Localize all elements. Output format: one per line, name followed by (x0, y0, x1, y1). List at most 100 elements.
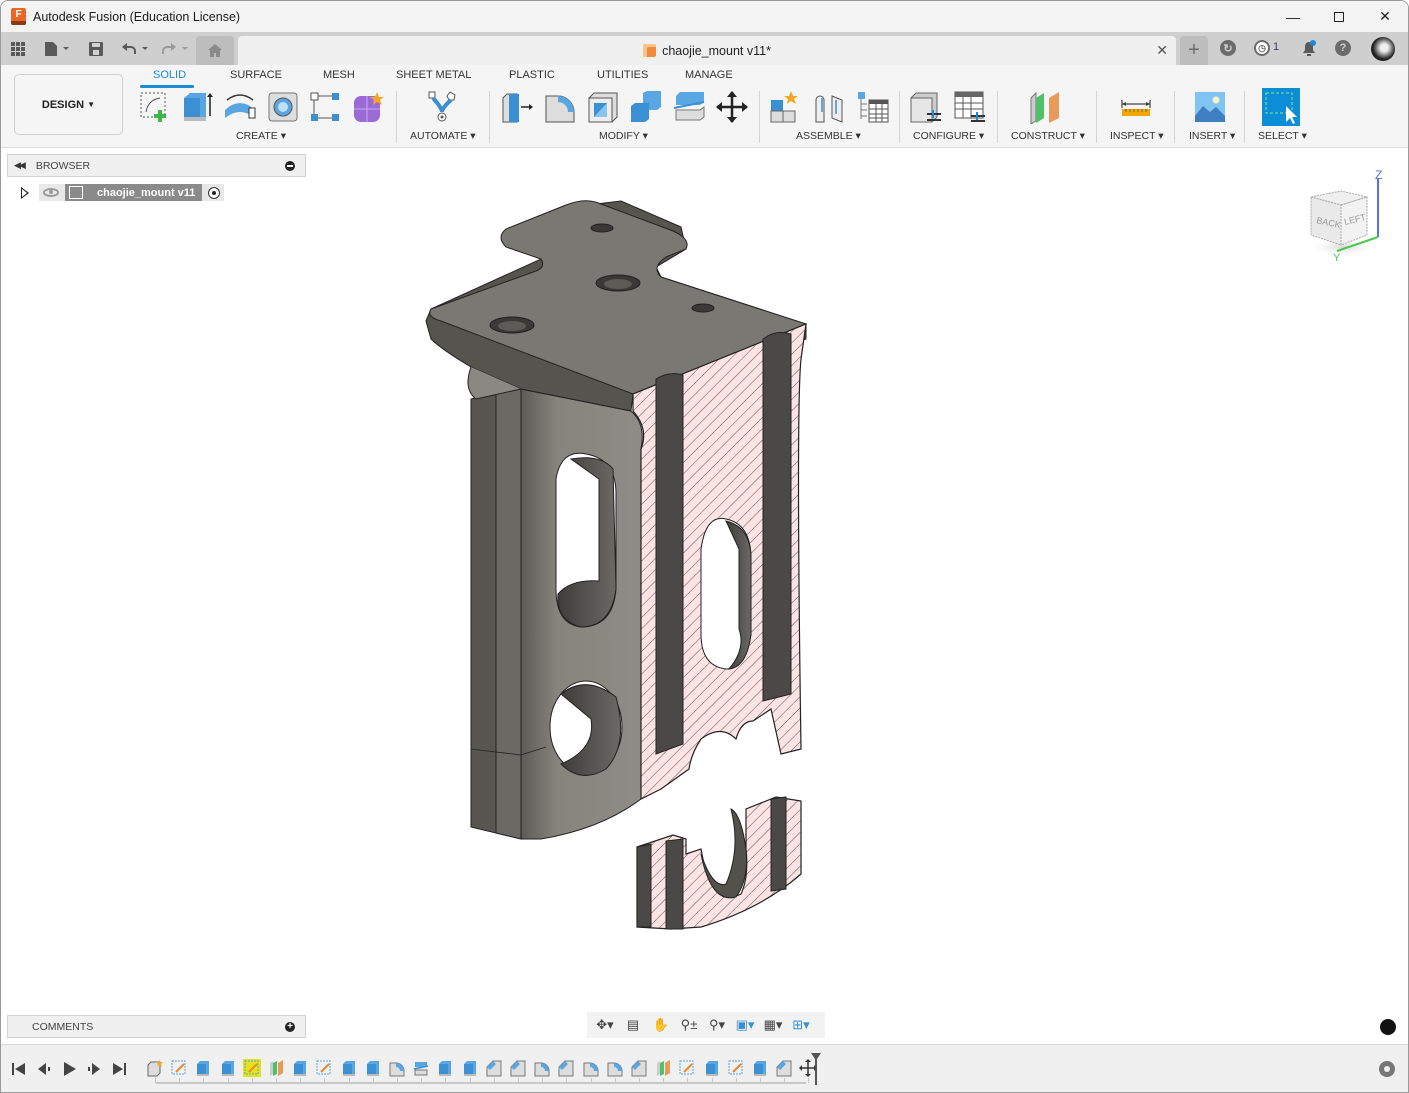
timeline-feature-chamfer[interactable] (775, 1059, 793, 1077)
profile-avatar[interactable] (1371, 37, 1395, 61)
timeline-feature-extrude[interactable] (751, 1059, 769, 1077)
assemble-group-label[interactable]: ASSEMBLE ▾ (796, 130, 861, 142)
automate-group-label[interactable]: AUTOMATE ▾ (410, 130, 476, 142)
create-group-label[interactable]: CREATE ▾ (236, 130, 286, 142)
timeline-feature-fillet[interactable] (388, 1059, 406, 1077)
window-select-button[interactable] (1262, 88, 1300, 126)
configuration-table-button[interactable] (953, 90, 987, 124)
job-status-button[interactable]: ◷ (1254, 40, 1270, 56)
timeline-feature-chamfer[interactable] (485, 1059, 503, 1077)
tab-sheet-metal[interactable]: SHEET METAL (396, 69, 471, 81)
create-form-button[interactable] (351, 90, 385, 124)
fillet-button[interactable] (543, 90, 577, 124)
notifications-button[interactable] (1301, 40, 1317, 57)
go-to-end-button[interactable] (111, 1061, 127, 1077)
configure-model-button[interactable] (909, 90, 943, 124)
timeline-feature-sketch[interactable] (170, 1059, 188, 1077)
bottom-clamp-part[interactable] (636, 796, 802, 930)
timeline-feature-extrude[interactable] (194, 1059, 212, 1077)
document-tab[interactable]: chaojie_mount v11* ✕ (238, 36, 1176, 65)
tab-utilities[interactable]: UTILITIES (597, 69, 648, 81)
timeline-feature-extrude[interactable] (436, 1059, 454, 1077)
offset-plane-button[interactable] (1029, 90, 1063, 125)
maximize-button[interactable] (1316, 1, 1362, 32)
timeline-settings-icon[interactable] (1379, 1061, 1395, 1077)
timeline-feature-fillet[interactable] (606, 1059, 624, 1077)
combine-button[interactable] (629, 90, 663, 124)
workspace-switcher[interactable]: DESIGN ▼ (14, 74, 123, 135)
split-body-button[interactable] (672, 90, 706, 124)
revolve-button[interactable] (223, 90, 257, 124)
zoom-button[interactable]: ⚲± (675, 1014, 703, 1036)
minimize-button[interactable]: — (1270, 1, 1316, 32)
timeline-feature-sketch[interactable] (727, 1059, 745, 1077)
timeline-feature-extrude[interactable] (340, 1059, 358, 1077)
orbit-button[interactable]: ✥▾ (591, 1014, 619, 1036)
pan-button[interactable]: ✋ (647, 1014, 675, 1036)
timeline-feature-chamfer[interactable] (630, 1059, 648, 1077)
viewports-button[interactable]: ⊞▾ (787, 1014, 815, 1036)
fit-button[interactable]: ⚲▾ (703, 1014, 731, 1036)
press-pull-button[interactable] (501, 90, 535, 124)
shell-button[interactable] (586, 90, 620, 124)
modify-group-label[interactable]: MODIFY ▾ (599, 130, 648, 142)
file-menu-button[interactable] (41, 32, 73, 65)
tab-surface[interactable]: SURFACE (230, 69, 282, 81)
new-tab-button[interactable]: + (1180, 36, 1208, 65)
step-forward-button[interactable] (86, 1061, 102, 1077)
select-group-label[interactable]: SELECT ▾ (1258, 130, 1307, 142)
joint-button[interactable] (812, 90, 846, 124)
tab-manage[interactable]: MANAGE (685, 69, 733, 81)
automate-button[interactable] (426, 90, 460, 124)
timeline-feature-chamfer[interactable] (557, 1059, 575, 1077)
display-settings-button[interactable]: ▣▾ (731, 1014, 759, 1036)
timeline-feature-extrude[interactable] (364, 1059, 382, 1077)
close-tab-button[interactable]: ✕ (1156, 42, 1168, 59)
timeline-feature-fillet[interactable] (582, 1059, 600, 1077)
move-copy-button[interactable] (715, 90, 749, 124)
grid-snaps-button[interactable]: ▦▾ (759, 1014, 787, 1036)
help-button[interactable]: ? (1335, 40, 1351, 56)
bracket-body[interactable] (470, 386, 643, 840)
add-comment-button[interactable]: + (285, 1022, 295, 1032)
go-to-start-button[interactable] (11, 1061, 27, 1077)
offline-status-button[interactable]: ↻ (1220, 40, 1236, 56)
insert-group-label[interactable]: INSERT ▾ (1189, 130, 1235, 142)
extrude-button[interactable] (181, 90, 215, 124)
timeline-feature-sketch[interactable] (678, 1059, 696, 1077)
timeline-track[interactable] (156, 1082, 806, 1084)
save-button[interactable] (87, 32, 105, 65)
tab-mesh[interactable]: MESH (323, 69, 355, 81)
construct-group-label[interactable]: CONSTRUCT ▾ (1011, 130, 1085, 142)
home-tab[interactable] (196, 36, 234, 65)
look-at-button[interactable]: ▤ (619, 1014, 647, 1036)
model-3d-view[interactable] (1, 149, 1409, 1044)
new-component-button[interactable] (769, 90, 803, 124)
timeline-feature-extrude[interactable] (703, 1059, 721, 1077)
create-sketch-button[interactable] (138, 90, 172, 124)
timeline-feature-fillet[interactable] (533, 1059, 551, 1077)
timeline-feature-form[interactable] (146, 1059, 164, 1077)
apps-grid-button[interactable] (9, 32, 27, 65)
timeline-feature-plane[interactable] (267, 1059, 285, 1077)
close-window-button[interactable]: ✕ (1362, 1, 1408, 32)
timeline-feature-chamfer[interactable] (509, 1059, 527, 1077)
bill-of-materials-button[interactable] (856, 90, 890, 124)
timeline-feature-extrude[interactable] (219, 1059, 237, 1077)
configure-group-label[interactable]: CONFIGURE ▾ (913, 130, 984, 142)
inspect-group-label[interactable]: INSPECT ▾ (1110, 130, 1164, 142)
timeline-feature-sketch-active[interactable] (242, 1059, 261, 1077)
timeline-feature-extrude[interactable] (291, 1059, 309, 1077)
timeline-feature-sketch[interactable] (315, 1059, 333, 1077)
redo-button[interactable] (159, 32, 191, 65)
timeline-marker[interactable] (811, 1053, 821, 1085)
play-button[interactable] (61, 1061, 77, 1077)
pattern-button[interactable] (308, 90, 342, 124)
insert-image-button[interactable] (1194, 90, 1228, 124)
step-back-button[interactable] (36, 1061, 52, 1077)
canvas-viewport[interactable]: ◀◀ BROWSER chaojie_mount v11 BACK LEFT Z… (1, 149, 1409, 1044)
timeline-feature-plane[interactable] (654, 1059, 672, 1077)
tab-plastic[interactable]: PLASTIC (509, 69, 555, 81)
timeline-feature-extrude[interactable] (461, 1059, 479, 1077)
sketch-palette-icon[interactable] (1380, 1019, 1396, 1035)
